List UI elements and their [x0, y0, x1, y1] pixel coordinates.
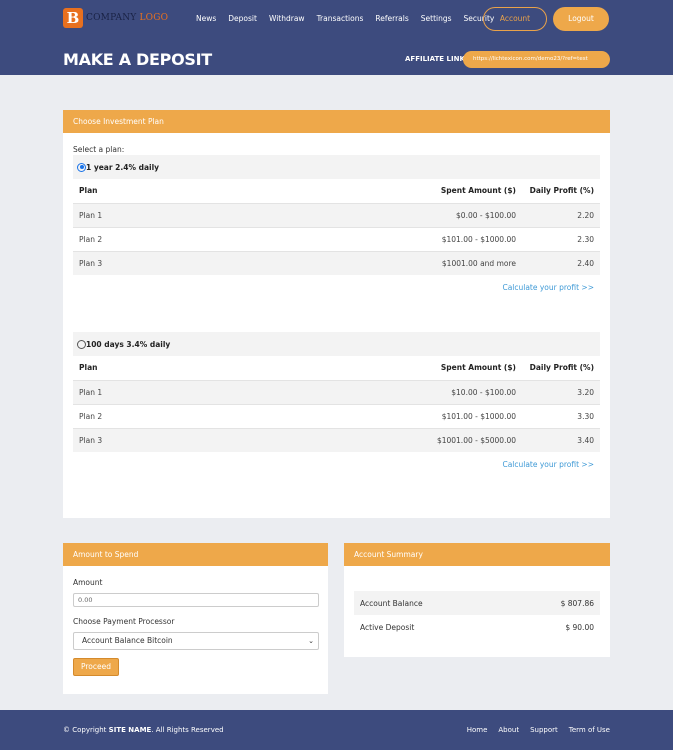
copyright: © Copyright SITE NAME. All Rights Reserv… [63, 726, 224, 734]
cell-profit: 3.30 [522, 403, 600, 428]
table-row: Plan 3 $1001.00 - $5000.00 3.40 [73, 427, 600, 452]
plan-table: Plan Spent Amount ($) Daily Profit (%) P… [73, 179, 600, 275]
table-row: Plan 1 $0.00 - $100.00 2.20 [73, 202, 600, 227]
top-header: B COMPANY LOGO News Deposit Withdraw Tra… [0, 0, 673, 75]
table-row: Plan 2 $101.00 - $1000.00 2.30 [73, 226, 600, 251]
cell-profit: 3.40 [522, 427, 600, 452]
amount-input[interactable]: 0.00 [73, 593, 319, 607]
account-button[interactable]: Account [483, 7, 547, 31]
affiliate-label: AFFILIATE LINK: [405, 55, 468, 63]
affiliate-link-field[interactable]: https://lichtexicon.com/demo23/?ref=test [463, 51, 610, 68]
cell-amount: $1001.00 and more [185, 250, 522, 275]
page-title: MAKE A DEPOSIT [63, 50, 212, 69]
calculate-profit-link[interactable]: Calculate your profit >> [73, 460, 600, 469]
cell-profit: 2.30 [522, 226, 600, 251]
cell-amount: $10.00 - $100.00 [181, 379, 522, 404]
col-profit: Daily Profit (%) [529, 186, 594, 196]
site-name: SITE NAME [108, 726, 152, 734]
logo-word-text: LOGO [139, 13, 169, 23]
processor-label: Choose Payment Processor [73, 617, 175, 626]
footer-link-support[interactable]: Support [530, 726, 558, 734]
select-plan-label: Select a plan: [73, 145, 125, 154]
col-amount: Spent Amount ($) [440, 186, 516, 196]
col-amount: Spent Amount ($) [440, 363, 516, 373]
plan-option-1[interactable]: 1 year 2.4% daily [73, 155, 600, 179]
processor-value: Account Balance Bitcoin [82, 636, 173, 645]
investment-plan-panel: Choose Investment Plan Select a plan: 1 … [63, 110, 610, 518]
nav-settings[interactable]: Settings [421, 14, 452, 23]
nav-withdraw[interactable]: Withdraw [269, 14, 305, 23]
nav-transactions[interactable]: Transactions [317, 14, 364, 23]
plan-name: 1 year 2.4% daily [86, 162, 160, 172]
plan-option-2[interactable]: 100 days 3.4% daily [73, 332, 600, 356]
radio-selected-icon[interactable] [77, 162, 86, 172]
summary-label: Active Deposit [360, 622, 415, 632]
table-row: Plan 2 $101.00 - $1000.00 3.30 [73, 403, 600, 428]
logo-icon: B [63, 8, 83, 28]
copyright-suffix: . All Rights Reserved [151, 726, 224, 734]
summary-label: Account Balance [360, 598, 423, 608]
col-profit: Daily Profit (%) [529, 363, 594, 373]
nav-deposit[interactable]: Deposit [228, 14, 257, 23]
col-plan: Plan [79, 186, 98, 196]
summary-list: Account Balance $ 807.86 Active Deposit … [354, 591, 600, 639]
main-nav: News Deposit Withdraw Transactions Refer… [196, 14, 506, 23]
cell-plan: Plan 3 [73, 250, 186, 275]
panel-title: Account Summary [344, 543, 610, 566]
radio-unselected-icon[interactable] [77, 339, 86, 349]
cell-plan: Plan 1 [73, 379, 182, 404]
plan-name: 100 days 3.4% daily [86, 339, 171, 349]
calculate-profit-link[interactable]: Calculate your profit >> [73, 283, 600, 292]
chevron-down-icon: ⌄ [308, 637, 314, 645]
footer-link-home[interactable]: Home [467, 726, 488, 734]
panel-title: Choose Investment Plan [63, 110, 610, 133]
cell-amount: $101.00 - $1000.00 [185, 226, 522, 251]
logout-button[interactable]: Logout [553, 7, 609, 31]
amount-panel: Amount to Spend Amount 0.00 Choose Payme… [63, 543, 328, 694]
cell-plan: Plan 1 [73, 202, 186, 227]
nav-referrals[interactable]: Referrals [375, 14, 408, 23]
footer-link-terms[interactable]: Term of Use [569, 726, 610, 734]
summary-value: $ 807.86 [560, 598, 594, 608]
footer-nav: Home About Support Term of Use [456, 726, 610, 734]
cell-amount: $0.00 - $100.00 [185, 202, 522, 227]
cell-plan: Plan 2 [73, 226, 186, 251]
cell-profit: 2.20 [522, 202, 600, 227]
cell-plan: Plan 2 [73, 403, 182, 428]
cell-profit: 3.20 [522, 379, 600, 404]
amount-label: Amount [73, 578, 103, 587]
col-plan: Plan [79, 363, 98, 373]
cell-amount: $101.00 - $1000.00 [181, 403, 522, 428]
nav-news[interactable]: News [196, 14, 216, 23]
footer: © Copyright SITE NAME. All Rights Reserv… [0, 710, 673, 750]
panel-title: Amount to Spend [63, 543, 328, 566]
cell-plan: Plan 3 [73, 427, 182, 452]
plan-section-2: 100 days 3.4% daily Plan Spent Amount ($… [73, 332, 600, 469]
plan-table: Plan Spent Amount ($) Daily Profit (%) P… [73, 356, 600, 452]
summary-row: Active Deposit $ 90.00 [354, 615, 600, 639]
plan-section-1: 1 year 2.4% daily Plan Spent Amount ($) … [73, 155, 600, 292]
copyright-prefix: © Copyright [63, 726, 107, 734]
proceed-button[interactable]: Proceed [73, 658, 119, 676]
table-row: Plan 1 $10.00 - $100.00 3.20 [73, 379, 600, 404]
account-summary-panel: Account Summary Account Balance $ 807.86… [344, 543, 610, 657]
table-row: Plan 3 $1001.00 and more 2.40 [73, 250, 600, 275]
footer-link-about[interactable]: About [498, 726, 519, 734]
summary-row: Account Balance $ 807.86 [354, 591, 600, 615]
cell-amount: $1001.00 - $5000.00 [181, 427, 522, 452]
summary-value: $ 90.00 [565, 622, 594, 632]
cell-profit: 2.40 [522, 250, 600, 275]
logo-company-text: COMPANY [86, 13, 137, 23]
company-logo[interactable]: B COMPANY LOGO [63, 8, 168, 28]
processor-select[interactable]: Account Balance Bitcoin ⌄ [73, 632, 319, 650]
